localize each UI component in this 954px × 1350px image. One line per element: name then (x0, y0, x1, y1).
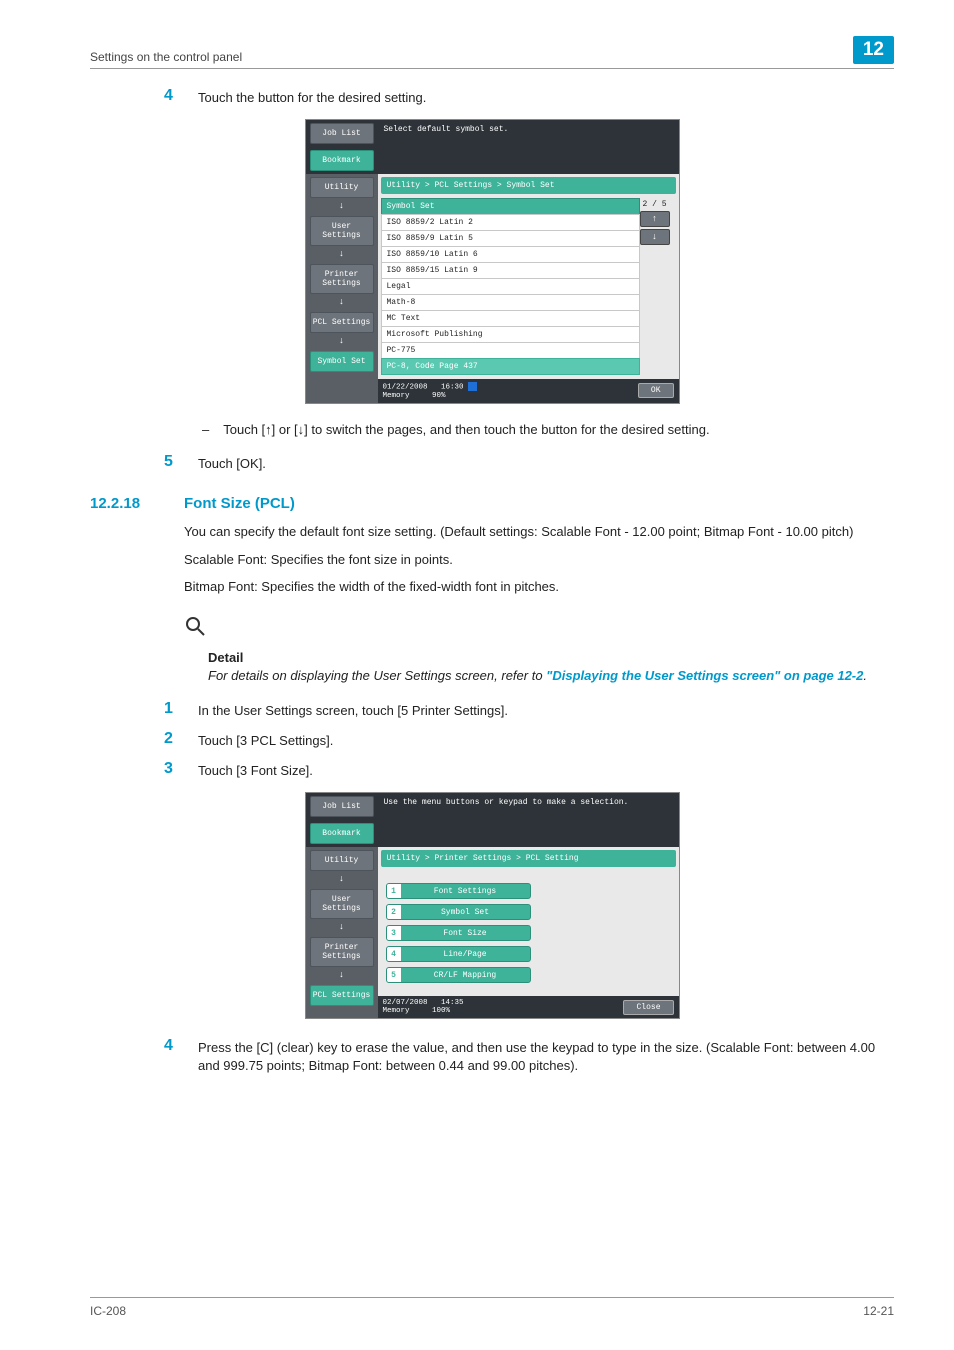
nav-user-settings[interactable]: User Settings (310, 216, 374, 246)
running-header: Settings on the control panel (90, 50, 242, 64)
list-item-selected[interactable]: PC-8, Code Page 437 (381, 358, 640, 375)
ok-button[interactable]: OK (638, 383, 674, 398)
section-number: 12.2.18 (90, 495, 158, 512)
list-item[interactable]: PC-775 (381, 342, 640, 359)
arrow-down-icon: ↓ (306, 249, 378, 259)
status-left: 02/07/2008 14:35 Memory 100% (383, 999, 464, 1015)
step-text: Touch [OK]. (198, 453, 894, 473)
section-title: Font Size (PCL) (184, 495, 295, 512)
menu-font-size[interactable]: 3Font Size (386, 925, 531, 941)
step-number: 4 (164, 87, 176, 107)
arrow-down-icon: ↓ (306, 336, 378, 346)
job-list-tab[interactable]: Job List (310, 123, 374, 144)
arrow-down-icon: ↓ (306, 874, 378, 884)
breadcrumb: Utility > Printer Settings > PCL Setting (381, 850, 676, 867)
pager-label: 2 / 5 (640, 200, 670, 209)
nav-user-settings[interactable]: User Settings (310, 889, 374, 919)
body-paragraph: Scalable Font: Specifies the font size i… (184, 550, 894, 570)
body-paragraph: You can specify the default font size se… (184, 522, 894, 542)
screenshot-symbol-set: Job List Bookmark Select default symbol … (305, 119, 680, 403)
arrow-down-icon: ↓ (306, 297, 378, 307)
screen-message: Use the menu buttons or keypad to make a… (378, 793, 679, 847)
list-item[interactable]: Microsoft Publishing (381, 326, 640, 343)
bookmark-tab[interactable]: Bookmark (310, 823, 374, 844)
nav-pcl-settings[interactable]: PCL Settings (310, 312, 374, 333)
list-header: Symbol Set (381, 198, 640, 215)
close-button[interactable]: Close (623, 1000, 673, 1015)
menu-crlf-mapping[interactable]: 5CR/LF Mapping (386, 967, 531, 983)
arrow-down-icon: ↓ (306, 201, 378, 211)
nav-printer-settings[interactable]: Printer Settings (310, 937, 374, 967)
page-up-button[interactable]: ↑ (640, 211, 670, 227)
step-text: Touch the button for the desired setting… (198, 87, 894, 107)
menu-line-page[interactable]: 4Line/Page (386, 946, 531, 962)
magnifier-icon (184, 615, 206, 642)
bookmark-tab[interactable]: Bookmark (310, 150, 374, 171)
dash-bullet: – (202, 420, 209, 440)
list-item[interactable]: MC Text (381, 310, 640, 327)
step-text: Touch [3 Font Size]. (198, 760, 894, 780)
detail-text: For details on displaying the User Setti… (208, 667, 894, 686)
menu-font-settings[interactable]: 1Font Settings (386, 883, 531, 899)
nav-utility[interactable]: Utility (310, 177, 374, 198)
step-text: Press the [C] (clear) key to erase the v… (198, 1037, 894, 1075)
step-number: 2 (164, 730, 176, 750)
note-text: Touch [↑] or [↓] to switch the pages, an… (223, 420, 709, 440)
chapter-number: 12 (853, 36, 894, 64)
cross-reference-link[interactable]: "Displaying the User Settings screen" on… (546, 668, 863, 683)
body-paragraph: Bitmap Font: Specifies the width of the … (184, 577, 894, 597)
nav-printer-settings[interactable]: Printer Settings (310, 264, 374, 294)
job-list-tab[interactable]: Job List (310, 796, 374, 817)
step-text: Touch [3 PCL Settings]. (198, 730, 894, 750)
status-left: 01/22/2008 16:30 Memory 90% (383, 382, 477, 399)
step-text: In the User Settings screen, touch [5 Pr… (198, 700, 894, 720)
step-number: 5 (164, 453, 176, 473)
list-item[interactable]: Math-8 (381, 294, 640, 311)
page-down-button[interactable]: ↓ (640, 229, 670, 245)
nav-symbol-set[interactable]: Symbol Set (310, 351, 374, 372)
list-item[interactable]: Legal (381, 278, 640, 295)
footer-right: 12-21 (863, 1304, 894, 1318)
arrow-down-icon: ↓ (306, 922, 378, 932)
menu-symbol-set[interactable]: 2Symbol Set (386, 904, 531, 920)
detail-label: Detail (208, 650, 894, 665)
step-number: 3 (164, 760, 176, 780)
status-icon (468, 382, 477, 391)
nav-pcl-settings[interactable]: PCL Settings (310, 985, 374, 1006)
breadcrumb: Utility > PCL Settings > Symbol Set (381, 177, 676, 194)
list-item[interactable]: ISO 8859/9 Latin 5 (381, 230, 640, 247)
footer-left: IC-208 (90, 1304, 126, 1318)
screen-message: Select default symbol set. (378, 120, 679, 174)
list-item[interactable]: ISO 8859/2 Latin 2 (381, 214, 640, 231)
step-number: 1 (164, 700, 176, 720)
step-number: 4 (164, 1037, 176, 1075)
nav-utility[interactable]: Utility (310, 850, 374, 871)
list-item[interactable]: ISO 8859/15 Latin 9 (381, 262, 640, 279)
arrow-down-icon: ↓ (306, 970, 378, 980)
screenshot-pcl-setting: Job List Bookmark Use the menu buttons o… (305, 792, 680, 1019)
list-item[interactable]: ISO 8859/10 Latin 6 (381, 246, 640, 263)
